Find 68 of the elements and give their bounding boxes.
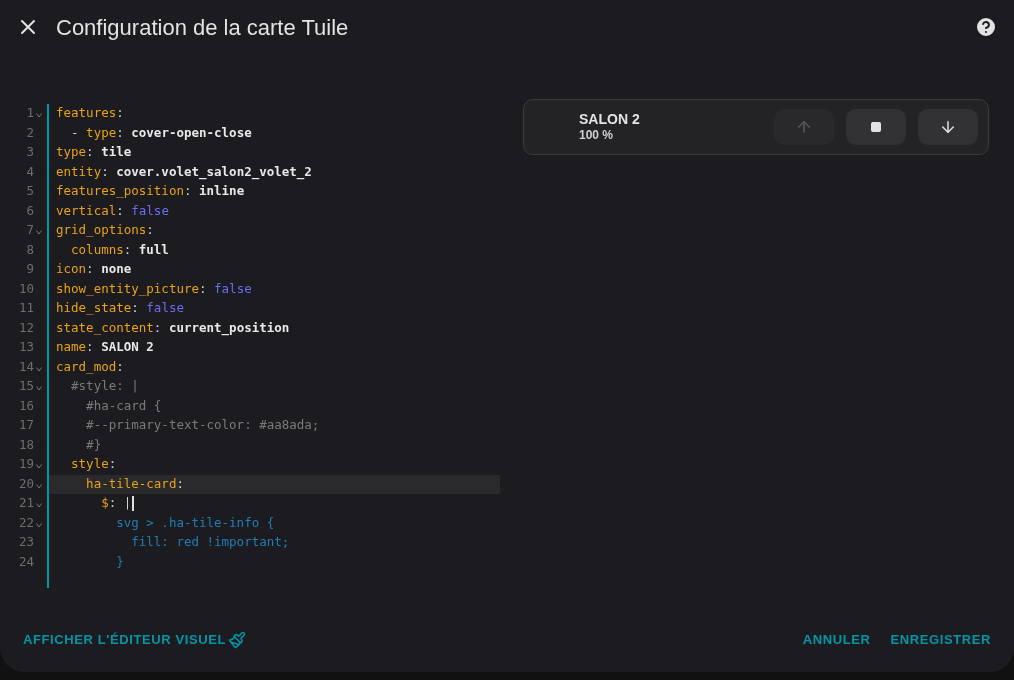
code-line: features_position: inline — [55, 182, 246, 201]
code-line: icon: none — [55, 260, 133, 279]
stop-button[interactable] — [846, 109, 906, 145]
code-line: name: SALON 2 — [55, 338, 155, 357]
line-number: 4 — [25, 162, 34, 181]
code-line: - type: cover-open-close — [70, 123, 253, 142]
paintbrush-icon — [228, 631, 246, 649]
fold-marker-icon[interactable] — [36, 230, 42, 236]
line-number: 24 — [17, 552, 34, 571]
code-line: vertical: false — [55, 201, 170, 220]
line-number: 2 — [25, 123, 34, 142]
line-number: 14 — [17, 357, 34, 376]
code-line: $: | — [49, 494, 500, 514]
line-number: 20 — [17, 474, 34, 493]
line-number: 11 — [17, 299, 34, 318]
fold-marker-icon[interactable] — [36, 483, 42, 489]
line-number: 16 — [17, 396, 34, 415]
line-number: 10 — [17, 279, 34, 298]
save-button[interactable]: ENREGISTRER — [890, 630, 991, 650]
line-number: 6 — [25, 201, 34, 220]
code-line: type: tile — [55, 143, 133, 162]
down-arrow-icon — [939, 118, 957, 136]
line-number: 8 — [25, 240, 34, 259]
line-number: 12 — [17, 318, 34, 337]
line-number: 18 — [17, 435, 34, 454]
code-line: features: — [55, 104, 125, 123]
tile-name: SALON 2 — [579, 111, 641, 128]
line-number: 9 — [25, 260, 34, 279]
fold-marker-icon[interactable] — [36, 366, 42, 372]
code-line: style: — [70, 455, 118, 474]
fold-marker-icon[interactable] — [36, 386, 42, 392]
close-button[interactable] — [918, 109, 978, 145]
stop-icon — [870, 121, 882, 133]
cancel-button[interactable]: ANNULER — [802, 630, 871, 650]
code-line: #--primary-text-color: #aa8ada; — [85, 416, 321, 435]
line-number: 5 — [25, 182, 34, 201]
code-line: svg > .ha-tile-info { — [115, 513, 276, 532]
line-number: 17 — [17, 416, 34, 435]
dialog-title: Configuration de la carte Tuile — [56, 13, 349, 42]
code-line: card_mod: — [55, 357, 125, 376]
line-number: 15 — [17, 377, 34, 396]
line-number: 19 — [17, 455, 34, 474]
fold-marker-icon[interactable] — [36, 113, 42, 119]
line-number: 13 — [17, 338, 34, 357]
code-line: #ha-card { — [85, 396, 163, 415]
line-number: 1 — [25, 104, 34, 123]
code-line: } — [115, 552, 125, 571]
fold-marker-icon[interactable] — [36, 464, 42, 470]
code-line: fill: red !important; — [130, 533, 291, 552]
code-line: state_content: current_position — [55, 318, 291, 338]
code-line: #} — [85, 435, 103, 454]
help-icon[interactable] — [974, 15, 998, 39]
code-line: grid_options: — [55, 221, 155, 240]
code-line: show_entity_picture: false — [55, 279, 253, 298]
fold-marker-icon[interactable] — [36, 522, 42, 528]
code-line: entity: cover.volet_salon2_volet_2 — [55, 162, 313, 182]
visual-editor-button[interactable]: AFFICHER L'ÉDITEUR VISUEL — [23, 630, 246, 650]
line-number: 23 — [17, 533, 34, 552]
code-line: #style: | — [70, 377, 140, 396]
tile-state: 100 % — [579, 128, 615, 143]
code-line: hide_state: false — [55, 299, 185, 318]
text-cursor — [132, 496, 135, 512]
code-line: columns: full — [70, 240, 170, 259]
line-number: 3 — [25, 143, 34, 162]
fold-marker-icon[interactable] — [36, 503, 42, 509]
line-number: 7 — [25, 221, 34, 240]
line-number: 21 — [17, 494, 34, 513]
line-number: 22 — [17, 513, 34, 532]
